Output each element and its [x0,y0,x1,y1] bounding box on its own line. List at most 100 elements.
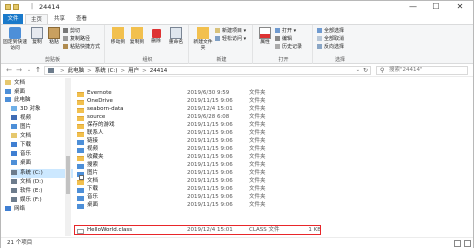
file-row[interactable]: OneDrive 2019/11/15 9:06 文件夹 [73,98,373,106]
item-checkbox[interactable] [79,175,84,180]
nav-item[interactable]: 此电脑 [5,96,67,105]
file-row[interactable]: 图片 2019/11/15 9:06 文件夹 [73,170,373,178]
ribbon-tabs: 文件 主页 共享 查看 [1,14,473,24]
file-row[interactable]: 链接 2019/11/15 9:06 文件夹 [73,138,373,146]
breadcrumb-users[interactable]: 用户 [128,68,139,74]
address-dropdown-button[interactable]: ⌄ [356,67,360,74]
nav-item[interactable]: 娱乐 (F:) [11,196,73,205]
nav-item-label: 桌面 [20,160,32,166]
paste-button[interactable]: 粘贴 [47,27,61,46]
drive-icon [11,170,17,175]
properties-icon [259,27,271,39]
file-row[interactable]: 保存的游戏 2019/11/15 9:06 文件夹 [73,122,373,130]
nav-item[interactable]: 网络 [5,205,67,214]
file-row[interactable]: 联系人 2019/11/15 9:06 文件夹 [73,130,373,138]
nav-item-label: 文档 [14,80,26,86]
edit-button[interactable]: 编辑 [275,36,292,43]
cut-button[interactable]: 剪切 [63,28,80,35]
select-none-button[interactable]: 全部取消 [317,36,344,43]
nav-item[interactable]: 视频 [11,114,73,123]
breadcrumb-this-pc[interactable]: 此电脑 [68,68,85,74]
nav-item[interactable]: 系统 (C:) [11,169,73,178]
copy-button[interactable]: 复制 [29,27,45,46]
new-item-icon [215,28,220,33]
back-button[interactable]: ← [5,66,13,75]
tab-view[interactable]: 查看 [71,14,92,24]
new-item-button[interactable]: 新建项目 ▾ [215,28,246,35]
minimize-button[interactable]: — [402,1,424,14]
organize-group-label: 组织 [142,57,153,63]
large-icons-view-button[interactable] [464,240,471,247]
move-to-button[interactable]: 移动到 [109,27,127,46]
rename-button[interactable]: 重命名 [166,27,186,46]
open-label: 打开 ▾ [282,28,297,34]
pin-button[interactable]: 固定到快速访问 [3,27,27,51]
scissors-icon [63,28,68,33]
new-folder-button[interactable]: 新建文件夹 [193,27,213,51]
properties-button[interactable]: 属性 [257,27,273,46]
new-folder-icon [197,27,209,39]
refresh-button[interactable]: ↻ [363,67,368,74]
file-name: 搜索 [87,162,99,168]
folder-icon [77,91,84,97]
properties-label: 属性 [260,40,270,45]
file-row[interactable]: 搜索 2019/11/15 9:06 文件夹 [73,162,373,170]
nav-item[interactable]: 下载 [11,141,73,150]
close-button[interactable]: ✕ [449,1,471,14]
new-folder-label: 新建文件夹 [193,40,213,51]
copy-path-label: 复制路径 [70,36,91,42]
forward-button[interactable]: → [15,66,23,75]
nav-item[interactable]: 软件 (E:) [11,187,73,196]
breadcrumb-user[interactable]: 24414 [150,68,168,74]
select-all-button[interactable]: 全部选择 [317,28,344,35]
tab-share[interactable]: 共享 [49,14,70,24]
nav-item[interactable]: 文档 [11,132,73,141]
breadcrumb-c-drive[interactable]: 系统 (C:) [95,68,118,74]
up-button[interactable]: ↑ [34,66,42,75]
folder-icon[interactable] [5,4,11,10]
navigation-pane: 文档 桌面 此电脑 3D 对象 视频 图片 文档 下载 音乐 桌面 系统 (C:) 文档 (D:) 软件… [1,78,73,236]
save-icon[interactable] [13,4,19,10]
music-icon [77,195,84,201]
tab-file[interactable]: 文件 [3,14,23,24]
invert-selection-button[interactable]: 反向选择 [317,44,344,51]
scrollbar-thumb[interactable] [66,156,70,194]
navigation-scrollbar[interactable] [65,78,71,236]
tab-home[interactable]: 主页 [25,14,49,24]
maximize-button[interactable]: ☐ [425,1,447,14]
file-row[interactable]: 文档 2019/11/15 9:06 文件夹 [73,178,373,186]
breadcrumb-separator: > [87,68,92,74]
open-button[interactable]: 打开 ▾ [275,28,296,35]
nav-item[interactable]: 音乐 [11,150,73,159]
search-box[interactable]: ⚲ 搜索"24414" [376,66,468,75]
file-type: 文件夹 [249,122,266,128]
nav-item[interactable]: 桌面 [11,159,73,168]
copy-path-button[interactable]: 复制路径 [63,36,90,43]
open-group-label: 打开 [278,57,289,63]
file-row[interactable]: 下载 2019/11/15 9:06 文件夹 [73,186,373,194]
easy-access-button[interactable]: 轻松访问 ▾ [215,36,246,43]
recent-locations-button[interactable]: ⌄ [25,66,33,75]
pin-label: 固定到快速访问 [3,40,27,51]
document-icon [5,80,11,85]
file-row[interactable]: 收藏夹 2019/11/15 9:06 文件夹 [73,154,373,162]
copy-to-button[interactable]: 复制到 [128,27,146,46]
address-bar[interactable]: > 此电脑 > 系统 (C:) > 用户 >24414 ⌄ ↻ [44,66,371,75]
details-view-button[interactable] [454,240,461,247]
file-row[interactable]: 音乐 2019/11/15 9:06 文件夹 [73,194,373,202]
file-row[interactable]: 桌面 2019/11/15 9:06 文件夹 [73,202,373,210]
file-row[interactable]: Evernote 2019/6/30 9:59 文件夹 [73,90,373,98]
file-row[interactable]: seaborn-data 2019/12/4 15:01 文件夹 [73,106,373,114]
saved-games-icon [77,123,84,129]
nav-item[interactable]: 图片 [11,123,73,132]
history-button[interactable]: 历史记录 [275,44,302,51]
nav-item[interactable]: 文档 [5,79,67,88]
file-row[interactable]: 视频 2019/11/15 9:06 文件夹 [73,146,373,154]
delete-button[interactable]: 删除 [148,27,164,45]
nav-item[interactable]: 3D 对象 [11,105,73,114]
nav-item-label: 桌面 [14,89,26,95]
file-row[interactable]: source 2019/6/28 6:08 文件夹 [73,114,373,122]
paste-shortcut-button[interactable]: 粘贴快捷方式 [63,44,100,51]
computer-icon [48,68,54,73]
nav-item[interactable]: 文档 (D:) [11,178,73,187]
